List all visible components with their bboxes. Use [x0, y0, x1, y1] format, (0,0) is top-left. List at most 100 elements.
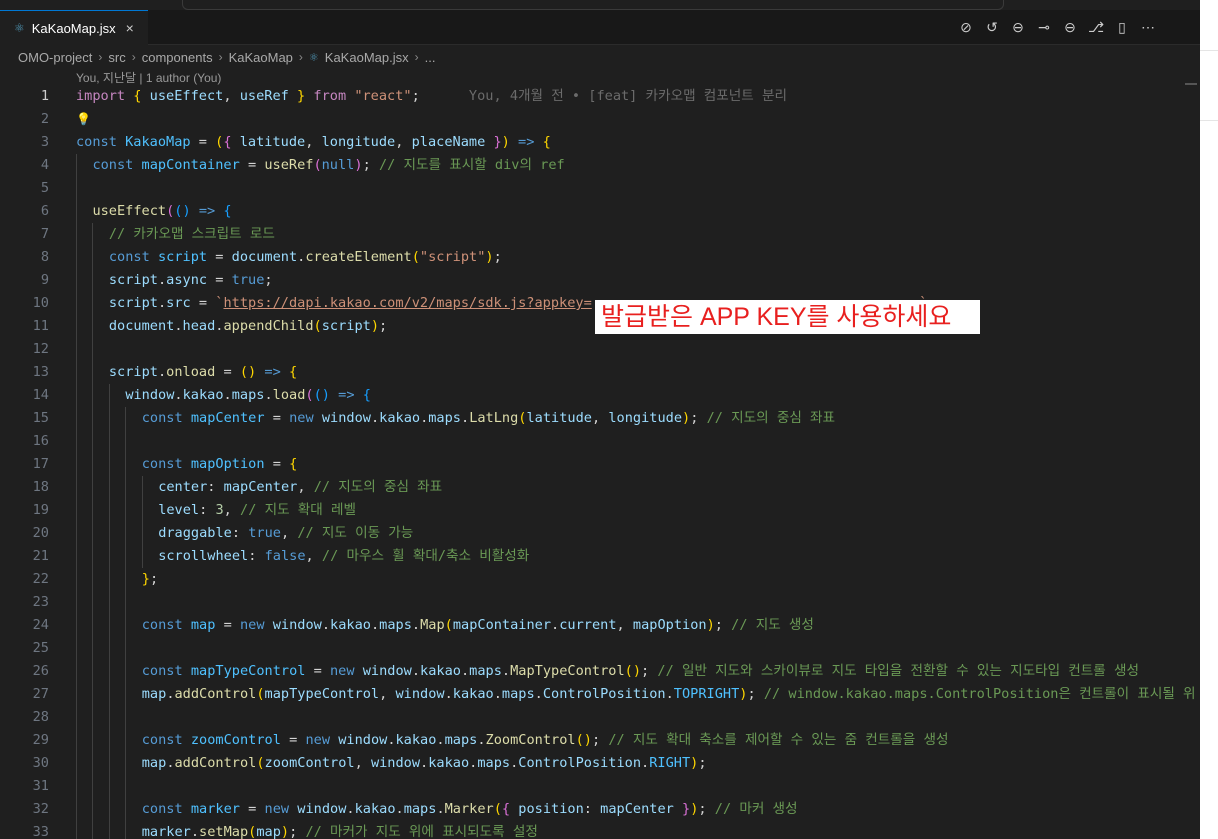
- code-line[interactable]: 8 const script = document.createElement("…: [0, 246, 1200, 269]
- code-line[interactable]: 27 map.addControl(mapTypeControl, window.…: [0, 683, 1200, 706]
- code-token: .: [501, 663, 511, 679]
- code-token: =: [215, 617, 240, 633]
- breadcrumb-item[interactable]: KaKaoMap.jsx: [325, 50, 409, 65]
- code-token: {: [223, 203, 232, 219]
- code-token: current: [559, 617, 617, 633]
- tab-label: KaKaoMap.jsx: [31, 20, 116, 36]
- close-icon[interactable]: ×: [126, 20, 134, 36]
- code-line[interactable]: 6 useEffect(() => {: [0, 200, 1200, 223]
- line-number: 33: [32, 824, 49, 839]
- indent-guide: [108, 752, 110, 775]
- code-token: ZoomControl: [485, 732, 576, 748]
- code-line[interactable]: 26 const mapTypeControl = new window.kaka…: [0, 660, 1200, 683]
- code-line[interactable]: 28: [0, 706, 1200, 729]
- inline-blame[interactable]: You, 4개월 전 • [feat] 카카오맵 컴포넌트 분리: [420, 88, 787, 104]
- code-line[interactable]: 33 marker.setMap(map); // 마커가 지도 위에 표시되도록…: [0, 821, 1200, 839]
- code-line[interactable]: 22};: [0, 568, 1200, 591]
- code-token: =>: [509, 134, 543, 150]
- code-line[interactable]: 15 const mapCenter = new window.kakao.map…: [0, 407, 1200, 430]
- split-editor-icon[interactable]: ▯: [1114, 19, 1130, 36]
- code-token: kakao: [330, 617, 371, 633]
- code-token: .: [166, 686, 175, 702]
- code-token: src: [166, 295, 191, 311]
- code-token: createElement: [305, 249, 412, 265]
- code-line[interactable]: 18 center: mapCenter, // 지도의 중심 좌표: [0, 476, 1200, 499]
- code-token: // 카카오맵 스크립트 로드: [108, 226, 275, 242]
- code-area[interactable]: 1 import { useEffect, useRef } from "reac…: [0, 85, 1200, 839]
- indent-guide: [92, 752, 94, 775]
- code-token: =: [190, 134, 216, 150]
- code-token: map: [190, 617, 216, 633]
- code-line[interactable]: 13 script.onload = () => {: [0, 361, 1200, 384]
- code-line[interactable]: 25: [0, 637, 1200, 660]
- code-line[interactable]: 23: [0, 591, 1200, 614]
- code-token: import: [76, 88, 134, 104]
- indent-guide: [125, 706, 127, 729]
- code-line[interactable]: 12: [0, 338, 1200, 361]
- indent-guide: [141, 499, 143, 522]
- code-line[interactable]: 2 💡: [0, 108, 1200, 131]
- toggle-blame-icon[interactable]: ⊘: [958, 19, 974, 36]
- git-graph-icon[interactable]: ⎇: [1088, 19, 1104, 36]
- code-line[interactable]: 21 scrollwheel: false, // 마우스 휠 확대/축소 비활성…: [0, 545, 1200, 568]
- code-token: window: [125, 387, 175, 403]
- previous-change-icon[interactable]: ⊖: [1010, 19, 1026, 36]
- code-token: .: [411, 663, 421, 679]
- tab-kakaomap-jsx[interactable]: ⚛ KaKaoMap.jsx ×: [0, 10, 148, 45]
- lightbulb-icon[interactable]: 💡: [76, 112, 91, 126]
- code-line[interactable]: 17 const mapOption = {: [0, 453, 1200, 476]
- code-text: const mapTypeControl = new window.kakao.…: [142, 660, 1139, 683]
- indent-guide: [108, 637, 110, 660]
- next-change-icon[interactable]: ⊖: [1062, 19, 1078, 36]
- code-line[interactable]: 19 level: 3, // 지도 확대 레벨: [0, 499, 1200, 522]
- code-line[interactable]: 7 // 카카오맵 스크립트 로드: [0, 223, 1200, 246]
- code-token: .: [370, 410, 380, 426]
- code-line[interactable]: 4 const mapContainer = useRef(null); // 지…: [0, 154, 1200, 177]
- code-token: ;: [379, 318, 388, 334]
- timeline-icon[interactable]: ↺: [984, 19, 1000, 36]
- indent-guide: [92, 775, 94, 798]
- line-number: 10: [32, 295, 49, 311]
- code-line[interactable]: 31: [0, 775, 1200, 798]
- code-token: .: [264, 387, 273, 403]
- code-line[interactable]: 5: [0, 177, 1200, 200]
- code-line[interactable]: 32 const marker = new window.kakao.maps.M…: [0, 798, 1200, 821]
- code-token: zoomControl: [190, 732, 281, 748]
- indent-guide: [92, 223, 94, 246]
- line-number: 22: [32, 571, 49, 587]
- code-line[interactable]: 30 map.addControl(zoomControl, window.kak…: [0, 752, 1200, 775]
- code-token: new: [239, 617, 273, 633]
- code-token: .: [370, 617, 380, 633]
- code-token: new: [289, 410, 322, 426]
- code-line[interactable]: 3 const KakaoMap = ({ latitude, longitude…: [0, 131, 1200, 154]
- code-text: const mapOption = {: [142, 453, 298, 476]
- code-line[interactable]: 29 const zoomControl = new window.kakao.m…: [0, 729, 1200, 752]
- commit-icon[interactable]: ⊸: [1036, 19, 1052, 36]
- code-line[interactable]: 16: [0, 430, 1200, 453]
- code-line[interactable]: 14 window.kakao.maps.load(() => {: [0, 384, 1200, 407]
- code-line[interactable]: 24 const map = new window.kakao.maps.Map(…: [0, 614, 1200, 637]
- code-token: // 지도 생성: [731, 617, 814, 633]
- code-line[interactable]: 9 script.async = true;: [0, 269, 1200, 292]
- code-token: const: [141, 663, 191, 679]
- indent-guide: [108, 683, 110, 706]
- code-token: position: [518, 801, 584, 817]
- breadcrumb-item[interactable]: components: [142, 50, 213, 65]
- indent-guide: [76, 407, 77, 430]
- breadcrumb-item[interactable]: KaKaoMap: [229, 50, 293, 65]
- indent-guide: [92, 798, 94, 821]
- indent-guide: [125, 683, 127, 706]
- codelens-author[interactable]: You, 지난달 | 1 author (You): [76, 69, 221, 86]
- code-line[interactable]: 1 import { useEffect, useRef } from "reac…: [0, 85, 1200, 108]
- breadcrumb-item[interactable]: OMO-project: [18, 50, 92, 65]
- breadcrumb-item[interactable]: ...: [425, 50, 436, 65]
- code-token: ,: [305, 548, 322, 564]
- code-token: useEffect: [92, 203, 167, 219]
- react-icon: ⚛: [14, 21, 25, 35]
- code-token: ;: [411, 88, 420, 104]
- breadcrumb-item[interactable]: src: [108, 50, 125, 65]
- code-token: =: [239, 801, 265, 817]
- more-actions-icon[interactable]: ⋯: [1140, 19, 1156, 36]
- indent-guide: [108, 660, 110, 683]
- code-line[interactable]: 20 draggable: true, // 지도 이동 가능: [0, 522, 1200, 545]
